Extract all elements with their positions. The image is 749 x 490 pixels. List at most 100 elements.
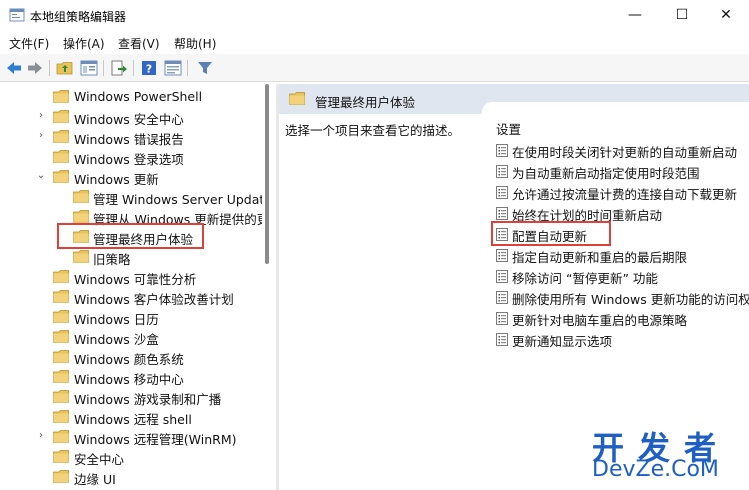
- folder-icon: [53, 330, 69, 343]
- folder-icon: [53, 130, 69, 143]
- policy-setting-icon: [496, 249, 508, 262]
- expand-arrow-icon[interactable]: ›: [36, 111, 46, 121]
- tree-item[interactable]: Windows 登录选项: [0, 146, 262, 167]
- minimize-button[interactable]: —: [612, 0, 658, 30]
- folder-icon: [53, 110, 69, 123]
- console-tree-icon: [80, 60, 98, 76]
- folder-icon: [73, 250, 89, 263]
- policy-setting-icon: [496, 270, 508, 283]
- close-button[interactable]: ✕: [703, 0, 749, 30]
- tree-item[interactable]: 管理最终用户体验: [0, 223, 262, 249]
- policy-setting-item[interactable]: 更新针对电脑车重启的电源策略: [494, 308, 749, 328]
- folder-icon: [53, 470, 69, 483]
- minimize-icon: —: [628, 7, 642, 23]
- tree-item[interactable]: › Windows 安全中心: [0, 106, 262, 127]
- policy-setting-item[interactable]: 配置自动更新: [491, 221, 749, 246]
- tree-item[interactable]: Windows 客户体验改善计划: [0, 286, 262, 307]
- tree-item[interactable]: › Windows 错误报告: [0, 126, 262, 147]
- tree-item[interactable]: Windows 日历: [0, 306, 262, 327]
- policy-setting-label: 指定自动更新和重启的最后期限: [512, 250, 688, 265]
- export-list-icon: [111, 60, 127, 76]
- folder-icon: [53, 350, 69, 363]
- policy-setting-item[interactable]: 允许通过按流量计费的连接自动下载更新: [494, 182, 749, 202]
- help-icon: ?: [142, 61, 156, 76]
- tree-scrollbar[interactable]: [262, 84, 272, 490]
- back-button[interactable]: [4, 58, 24, 78]
- export-list-button[interactable]: [109, 58, 129, 78]
- up-folder-icon: [56, 62, 73, 75]
- policy-editor-app-icon: [9, 8, 25, 22]
- folder-icon: [53, 450, 69, 463]
- tree-item[interactable]: Windows 远程 shell: [0, 406, 262, 427]
- policy-setting-item[interactable]: 在使用时段关闭针对更新的自动重新启动: [494, 140, 749, 160]
- policy-setting-item[interactable]: 始终在计划的时间重新启动: [494, 203, 749, 223]
- highlight-box: [491, 221, 611, 246]
- tree-item-label: Windows PowerShell: [74, 89, 203, 104]
- policy-setting-icon: [496, 207, 508, 220]
- folder-icon: [53, 370, 69, 383]
- settings-column-header[interactable]: 设置: [496, 119, 521, 138]
- folder-icon: [53, 390, 69, 403]
- tree-item[interactable]: Windows 可靠性分析: [0, 266, 262, 287]
- policy-setting-item[interactable]: 指定自动更新和重启的最后期限: [494, 245, 749, 265]
- policy-setting-label: 更新通知显示选项: [512, 334, 613, 349]
- window-title: 本地组策略编辑器: [30, 10, 127, 24]
- tree-scrollbar-thumb[interactable]: [265, 84, 269, 264]
- policy-setting-item[interactable]: 更新通知显示选项: [494, 329, 749, 349]
- menu-bar: 文件(F) 操作(A) 查看(V) 帮助(H): [0, 30, 749, 54]
- folder-icon: [53, 290, 69, 303]
- folder-icon: [73, 190, 89, 203]
- tree-item[interactable]: Windows 颜色系统: [0, 346, 262, 367]
- menu-view[interactable]: 查看(V): [118, 35, 160, 52]
- maximize-button[interactable]: ☐: [659, 0, 705, 30]
- menu-action[interactable]: 操作(A): [63, 35, 105, 52]
- show-hide-tree-button[interactable]: [79, 58, 99, 78]
- menu-file[interactable]: 文件(F): [9, 35, 49, 52]
- tree-item[interactable]: › Windows 远程管理(WinRM): [0, 426, 262, 447]
- expand-arrow-icon[interactable]: ›: [36, 131, 46, 141]
- expand-arrow-icon[interactable]: ›: [36, 431, 46, 441]
- forward-button[interactable]: [25, 58, 45, 78]
- policy-setting-item[interactable]: 为自动重新启动指定使用时段范围: [494, 161, 749, 181]
- policy-setting-icon: [496, 165, 508, 178]
- policy-setting-item[interactable]: 删除使用所有 Windows 更新功能的访问权限: [494, 287, 749, 307]
- folder-icon: [289, 92, 305, 105]
- folder-icon: [53, 270, 69, 283]
- tree-item[interactable]: 安全中心: [0, 446, 262, 467]
- tree-item[interactable]: Windows 游戏录制和广播: [0, 386, 262, 407]
- toolbar-separator: [187, 60, 188, 76]
- policy-setting-icon: [496, 312, 508, 325]
- console-tree[interactable]: Windows PowerShell › Windows 安全中心 › Windows …: [0, 84, 262, 490]
- menu-help[interactable]: 帮助(H): [174, 35, 216, 52]
- description-text: 选择一个项目来查看它的描述。: [285, 123, 461, 138]
- properties-button[interactable]: [163, 58, 183, 78]
- policy-setting-item[interactable]: 移除访问 “暂停更新” 功能: [494, 266, 749, 286]
- tree-item[interactable]: Windows 移动中心: [0, 366, 262, 387]
- filter-icon: [198, 62, 212, 74]
- forward-arrow-icon: [28, 62, 42, 74]
- up-folder-button[interactable]: [55, 58, 75, 78]
- toolbar-separator: [103, 60, 104, 76]
- help-button[interactable]: ?: [139, 58, 159, 78]
- policy-setting-label: 允许通过按流量计费的连接自动下载更新: [512, 187, 738, 202]
- folder-icon: [53, 90, 69, 103]
- policy-setting-label: 在使用时段关闭针对更新的自动重新启动: [512, 145, 738, 160]
- tree-item[interactable]: ⌄ Windows 更新: [0, 166, 262, 187]
- toolbar-separator: [49, 60, 50, 76]
- policy-setting-label: 删除使用所有 Windows 更新功能的访问权限: [512, 292, 749, 307]
- toolbar-separator: [133, 60, 134, 76]
- tree-item[interactable]: 管理 Windows Server Updat: [0, 186, 262, 207]
- toolbar: ?: [0, 54, 749, 82]
- folder-icon: [53, 310, 69, 323]
- tree-item[interactable]: Windows 沙盒: [0, 326, 262, 347]
- filter-button[interactable]: [195, 58, 215, 78]
- collapse-arrow-icon[interactable]: ⌄: [36, 171, 46, 181]
- tree-item[interactable]: Windows PowerShell: [0, 86, 262, 106]
- properties-icon: [164, 60, 182, 76]
- tree-item[interactable]: 边缘 UI: [0, 466, 262, 487]
- folder-icon: [53, 170, 69, 183]
- tree-item[interactable]: 旧策略: [0, 246, 262, 267]
- policy-setting-label: 更新针对电脑车重启的电源策略: [512, 313, 688, 328]
- policy-setting-icon: [496, 144, 508, 157]
- title-bar: 本地组策略编辑器 — ☐ ✕: [0, 0, 749, 30]
